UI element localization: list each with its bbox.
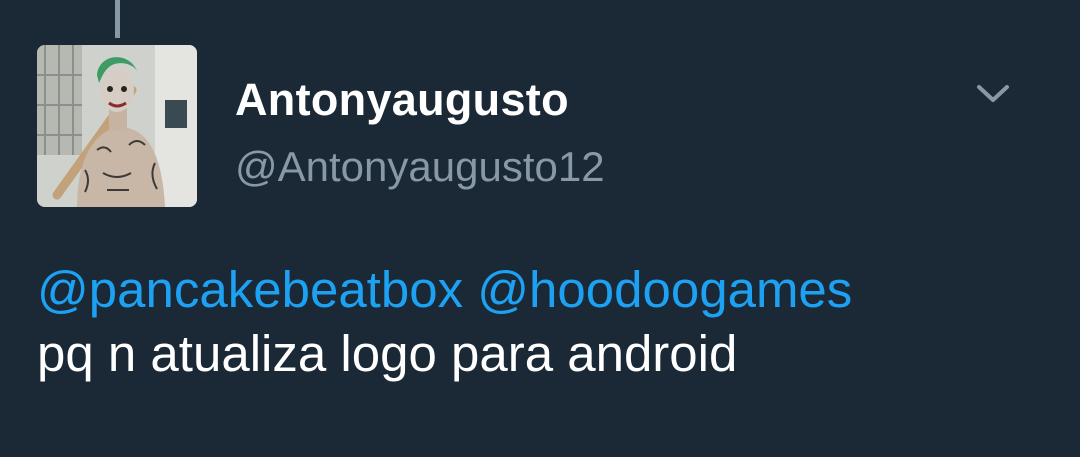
- chevron-down-icon: [977, 85, 1009, 102]
- avatar[interactable]: [37, 45, 197, 207]
- thread-connector-line: [115, 0, 120, 38]
- display-name[interactable]: Antonyaugusto: [235, 72, 569, 128]
- tweet-body: @pancakebeatbox @hoodoogames pq n atuali…: [37, 258, 1057, 386]
- mention-link-hoodoogames[interactable]: @hoodoogames: [477, 261, 852, 318]
- tweet-menu-button[interactable]: [968, 72, 1018, 112]
- user-handle[interactable]: @Antonyaugusto12: [235, 140, 605, 194]
- mentions-line: @pancakebeatbox @hoodoogames: [37, 258, 1057, 322]
- tweet-text-line: pq n atualiza logo para android: [37, 325, 738, 382]
- mention-link-pancakebeatbox[interactable]: @pancakebeatbox: [37, 261, 463, 318]
